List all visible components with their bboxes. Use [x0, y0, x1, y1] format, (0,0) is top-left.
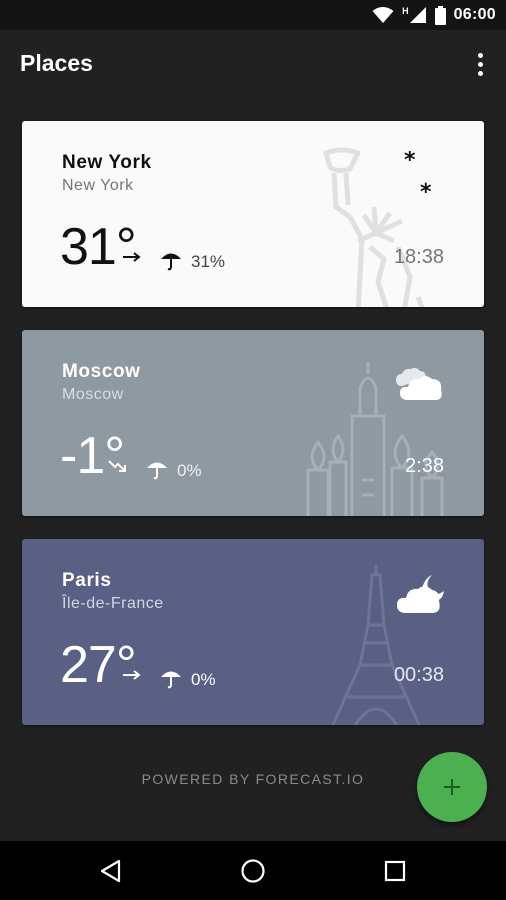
partly-cloudy-night-icon [397, 575, 444, 613]
status-icons: H 06:00 [372, 4, 496, 26]
trend-steady-icon [123, 252, 141, 262]
recents-button[interactable] [379, 855, 411, 887]
local-time: 2:38 [405, 455, 444, 477]
local-time: 18:38 [393, 246, 444, 268]
home-button[interactable] [237, 855, 269, 887]
umbrella-icon [161, 253, 181, 271]
status-bar: H 06:00 [0, 0, 506, 30]
wifi-icon [372, 7, 394, 23]
local-time: 00:38 [393, 664, 444, 686]
temperature: -1° [60, 427, 125, 485]
precipitation-chance: 0% [191, 670, 216, 689]
umbrella-icon [147, 462, 167, 480]
place-card-new-york[interactable]: * * New York New York 31° 31% 18:38 [22, 121, 484, 307]
trend-steady-icon [123, 670, 141, 680]
precipitation-chance: 0% [177, 461, 202, 480]
menu-dot [477, 61, 483, 67]
place-card-paris[interactable]: Paris Île-de-France 27° 0% 00:38 [22, 539, 484, 725]
add-place-button[interactable] [417, 752, 487, 822]
cloudy-icon [396, 367, 442, 400]
city-name: Paris [62, 570, 112, 591]
plus-icon [444, 779, 460, 795]
umbrella-icon [161, 671, 181, 689]
app-bar: Places [0, 30, 506, 100]
menu-dot [477, 52, 483, 58]
trend-down-icon [108, 460, 126, 472]
page-title: Places [20, 50, 93, 76]
city-name: Moscow [62, 361, 141, 382]
region-name: Île-de-France [62, 595, 164, 612]
region-name: New York [62, 177, 134, 194]
recents-icon [384, 860, 406, 882]
temperature: 27° [60, 636, 137, 694]
city-name: New York [62, 152, 152, 173]
back-button[interactable] [95, 855, 127, 887]
overflow-menu-icon[interactable] [468, 50, 492, 78]
back-icon [100, 859, 121, 883]
menu-dot [477, 70, 483, 76]
region-name: Moscow [62, 386, 124, 403]
screen: H 06:00 Places * * New York New York 31°… [0, 0, 506, 900]
navigation-bar [0, 841, 506, 900]
battery-icon [434, 5, 446, 25]
cell-signal-icon [409, 7, 426, 23]
temperature: 31° [60, 218, 137, 276]
home-icon [241, 859, 265, 883]
svg-text:*: * [420, 180, 432, 201]
place-card-moscow[interactable]: Moscow Moscow -1° 0% 2:38 [22, 330, 484, 516]
precipitation-chance: 31% [191, 252, 226, 271]
svg-text:*: * [404, 151, 416, 173]
snow-icon: * * [404, 151, 432, 201]
status-time: 06:00 [453, 6, 496, 23]
